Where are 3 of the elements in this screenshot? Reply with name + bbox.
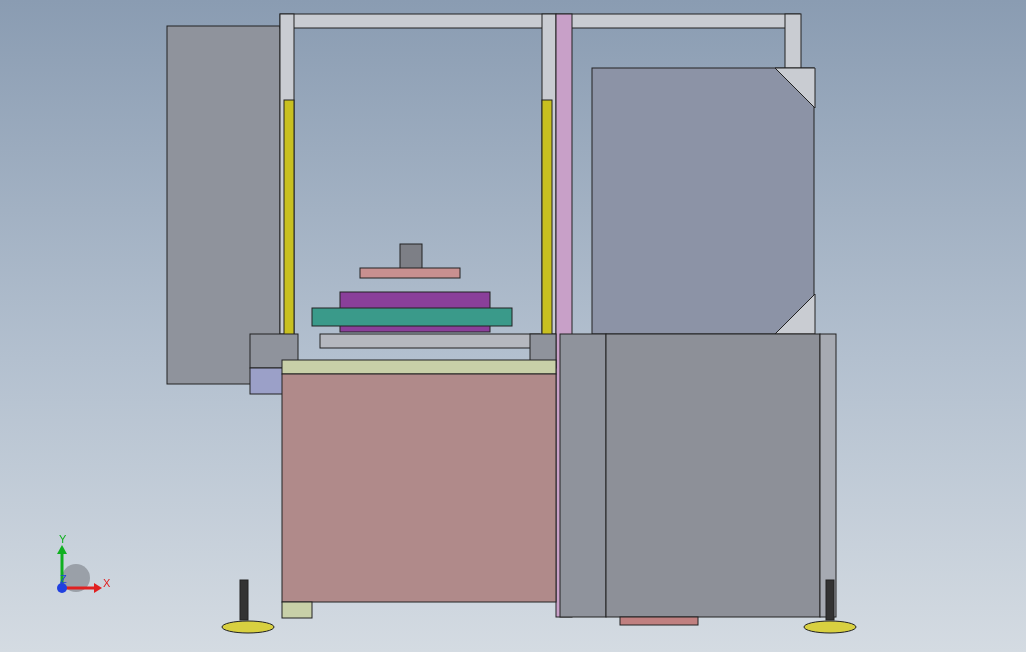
axis-triad-icon: [57, 545, 102, 593]
x-axis-label: X: [103, 577, 111, 589]
y-axis-label: Y: [59, 533, 67, 545]
